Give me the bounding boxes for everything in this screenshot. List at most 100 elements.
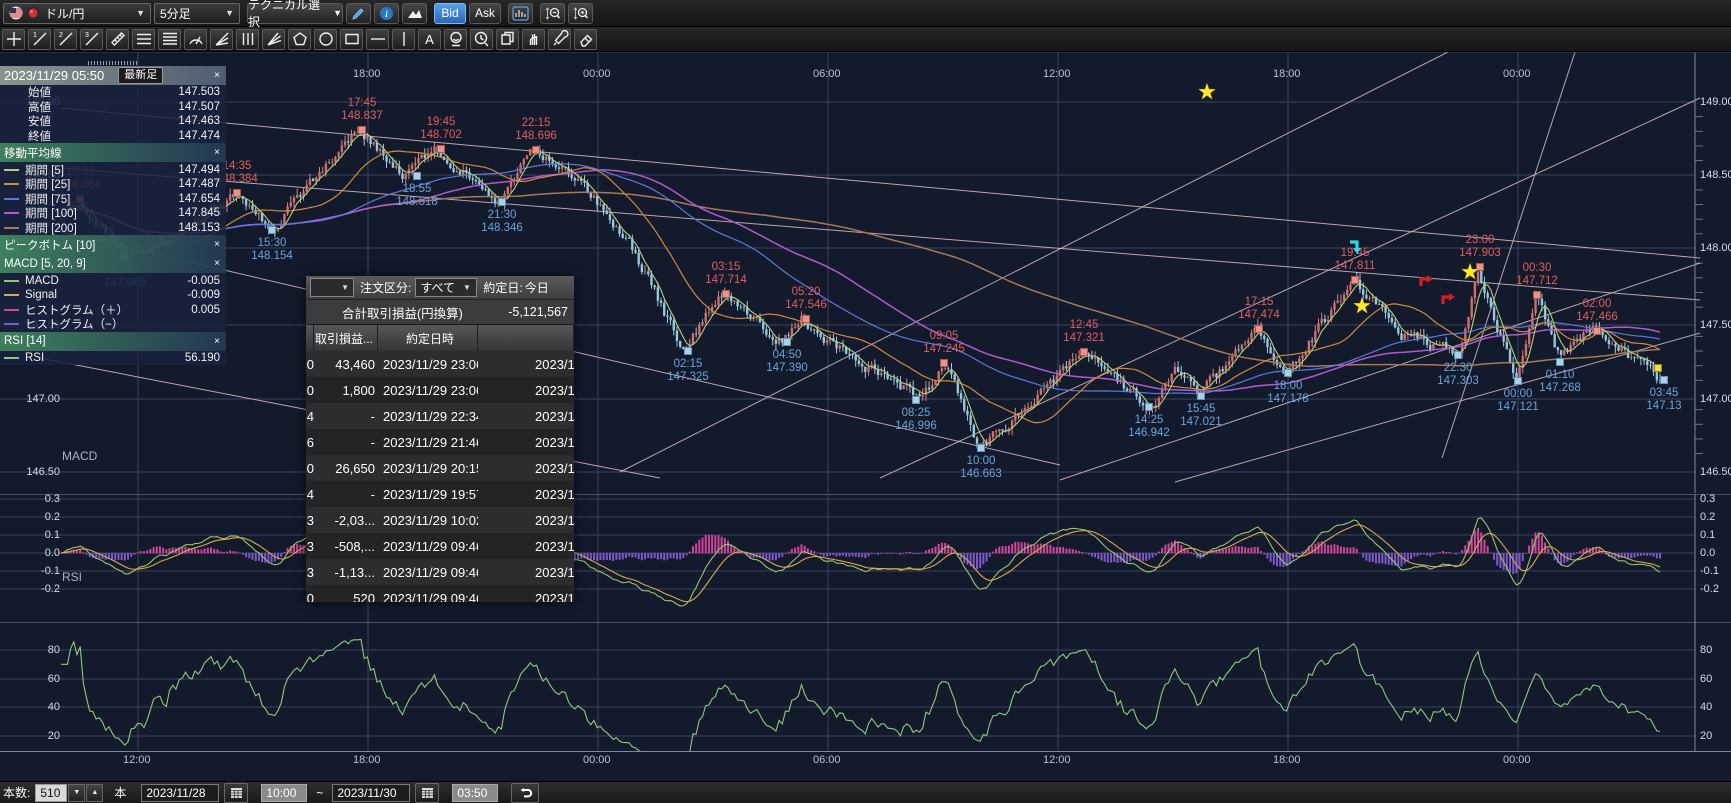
hidden-filter-select[interactable]: ▼ [310, 278, 354, 297]
ask-button[interactable]: Ask [469, 3, 501, 24]
exec-date-label: 約定日: [483, 279, 522, 296]
currency-pair-select[interactable]: ドル/円 ▼ [3, 3, 151, 24]
bottom-marker [1514, 377, 1522, 385]
speedlines-tool[interactable] [262, 29, 285, 50]
indicator-row: 期間 [5]147.494 [0, 162, 226, 177]
table-row[interactable]: 4-2023/11/29 22:342023/1 [306, 403, 574, 429]
count-decrease-button[interactable]: ▼ [68, 784, 85, 802]
copy-tool[interactable] [496, 29, 519, 50]
annotation-time: 02:15 [667, 358, 709, 371]
gauge-tool[interactable] [184, 29, 207, 50]
hand-tool[interactable] [522, 29, 545, 50]
table-row[interactable]: 01,8002023/11/29 23:062023/1 [306, 377, 574, 403]
technical-select-button[interactable]: テクニカル選択 ▼ [247, 3, 343, 24]
rsi-axis-label: 60 [40, 673, 60, 685]
trendline2-tool[interactable]: 2 [54, 29, 77, 50]
vline-tool[interactable] [392, 29, 415, 50]
close-icon[interactable]: × [212, 258, 222, 269]
chart-style-button[interactable] [508, 3, 533, 24]
order-type-select[interactable]: すべて ▼ [415, 278, 477, 297]
hlines4-tool[interactable] [158, 29, 181, 50]
row-value: 147.494 [178, 164, 220, 176]
indicator-row: 期間 [25]147.487 [0, 177, 226, 192]
rsi-chart-canvas [0, 622, 1731, 752]
crosshair-tool[interactable] [2, 29, 25, 50]
circle-tool[interactable] [314, 29, 337, 50]
close-icon[interactable]: × [212, 70, 222, 81]
date-to-input[interactable]: 2023/11/30 [332, 784, 410, 802]
price-axis-label: 147.00 [1700, 393, 1731, 405]
fanlines-tool[interactable] [210, 29, 233, 50]
panel-drag-grip[interactable] [88, 61, 138, 65]
bottom-marker [1660, 376, 1668, 384]
macd-section-title: MACD [5, 20, 9] [4, 258, 86, 270]
annotation-price: 147.13 [1646, 400, 1681, 413]
annotation-price: 148.702 [420, 129, 462, 142]
ruler-tool[interactable] [106, 29, 129, 50]
table-row[interactable]: 3-1,13...2023/11/29 09:462023/1 [306, 559, 574, 585]
table-row[interactable]: 4-2023/11/29 19:572023/1 [306, 481, 574, 507]
annotation-time: 15:45 [1180, 403, 1222, 416]
row-label: Signal [25, 289, 57, 301]
close-icon[interactable]: × [212, 147, 222, 158]
time-to-input[interactable]: 03:50 [452, 784, 498, 802]
chart-area[interactable]: 12:0012:0018:0018:0000:0000:0006:0006:00… [0, 52, 1731, 781]
pl-column-header[interactable]: 取引損益... [314, 325, 378, 351]
macd-axis-label: 0.0 [1700, 547, 1715, 559]
trendline3-tool[interactable]: 3 [80, 29, 103, 50]
table-row[interactable]: 043,4602023/11/29 23:062023/1 [306, 351, 574, 377]
time-from-input[interactable]: 10:00 [261, 784, 307, 802]
calendar-icon[interactable] [415, 783, 439, 803]
vlines-tool[interactable] [236, 29, 259, 50]
clock-tool[interactable] [470, 29, 493, 50]
zoom-in-button[interactable] [568, 3, 593, 24]
zoom-out-icon [544, 6, 561, 21]
bottom-marker [977, 444, 985, 452]
star-marker: ★ [1197, 82, 1217, 102]
table-row[interactable]: 6-2023/11/29 21:462023/1 [306, 429, 574, 455]
indicator-row: ヒストグラム（＋）0.005 [0, 303, 226, 318]
date-from-input[interactable]: 2023/11/28 [141, 784, 219, 802]
mountain-chart-button[interactable] [402, 3, 427, 24]
eraser-tool[interactable] [574, 29, 597, 50]
row-value: -0.005 [187, 275, 220, 287]
row-label: 終値 [28, 128, 51, 144]
next-cell: 2023/1 [478, 539, 574, 554]
reload-range-button[interactable] [511, 783, 539, 803]
bar-count-input[interactable]: 510 [35, 784, 67, 802]
icon-stamp-tool[interactable] [444, 29, 467, 50]
peak-marker [1351, 276, 1359, 284]
text-tool[interactable]: A [418, 29, 441, 50]
table-row[interactable]: 026,6502023/11/29 20:152023/1 [306, 455, 574, 481]
table-row[interactable]: 05202023/11/29 09:462023/1 [306, 585, 574, 602]
close-icon[interactable]: × [212, 239, 222, 250]
peak-marker [437, 145, 445, 153]
price-axis-label: 148.00 [1700, 242, 1731, 254]
latest-bar-button[interactable]: 最新足 [118, 67, 163, 84]
peak-annotation: 05:20147.546 [785, 286, 827, 312]
count-increase-button[interactable]: ▲ [86, 784, 103, 802]
annotation-time: 21:30 [481, 209, 523, 222]
timeframe-select[interactable]: 5分足 ▼ [154, 3, 240, 24]
clipped-column-header[interactable] [306, 325, 314, 351]
info-button[interactable]: i [374, 3, 399, 24]
time-axis-label: 00:00 [1503, 68, 1531, 80]
bid-button[interactable]: Bid [434, 3, 466, 24]
table-row[interactable]: 3-2,03...2023/11/29 10:022023/1 [306, 507, 574, 533]
hlines3-tool[interactable] [132, 29, 155, 50]
draw-mode-button[interactable] [346, 3, 371, 24]
wrench-tool[interactable] [548, 29, 571, 50]
rectangle-tool[interactable] [340, 29, 363, 50]
calendar-icon[interactable] [224, 783, 248, 803]
table-row[interactable]: 3-508,...2023/11/29 09:462023/1 [306, 533, 574, 559]
close-icon[interactable]: × [212, 336, 222, 347]
return-arrow-icon [518, 787, 533, 799]
next-column-header[interactable] [478, 325, 574, 351]
fx-chart-app: ドル/円 ▼ 5分足 ▼ テクニカル選択 ▼ i Bi [0, 0, 1731, 803]
annotation-price: 147.121 [1497, 401, 1539, 414]
zoom-out-button[interactable] [540, 3, 565, 24]
trendline1-tool[interactable]: 1 [28, 29, 51, 50]
datetime-column-header[interactable]: 約定日時 [378, 325, 478, 351]
pentagon-tool[interactable] [288, 29, 311, 50]
hline-tool[interactable] [366, 29, 389, 50]
